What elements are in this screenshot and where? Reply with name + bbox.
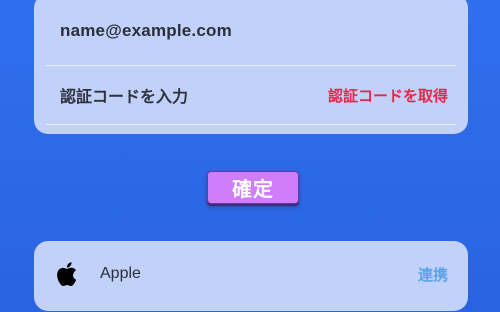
email-row [34, 0, 468, 62]
get-code-button[interactable]: 認証コードを取得 [328, 85, 448, 106]
account-link-card: Apple 連携 [34, 241, 468, 311]
login-form-card: 認証コードを入力 認証コードを取得 [34, 0, 468, 134]
apple-icon [54, 261, 78, 287]
apple-provider-label: Apple [100, 265, 141, 282]
email-field[interactable] [60, 21, 448, 41]
apple-link-row: Apple 連携 [34, 241, 468, 307]
confirm-button[interactable]: 確定 [207, 171, 299, 204]
verification-code-row: 認証コードを入力 認証コードを取得 [34, 66, 468, 124]
link-apple-button[interactable]: 連携 [418, 264, 448, 285]
divider [46, 124, 456, 125]
verification-code-field[interactable]: 認証コードを入力 [60, 83, 328, 107]
confirm-button-label: 確定 [232, 179, 274, 201]
